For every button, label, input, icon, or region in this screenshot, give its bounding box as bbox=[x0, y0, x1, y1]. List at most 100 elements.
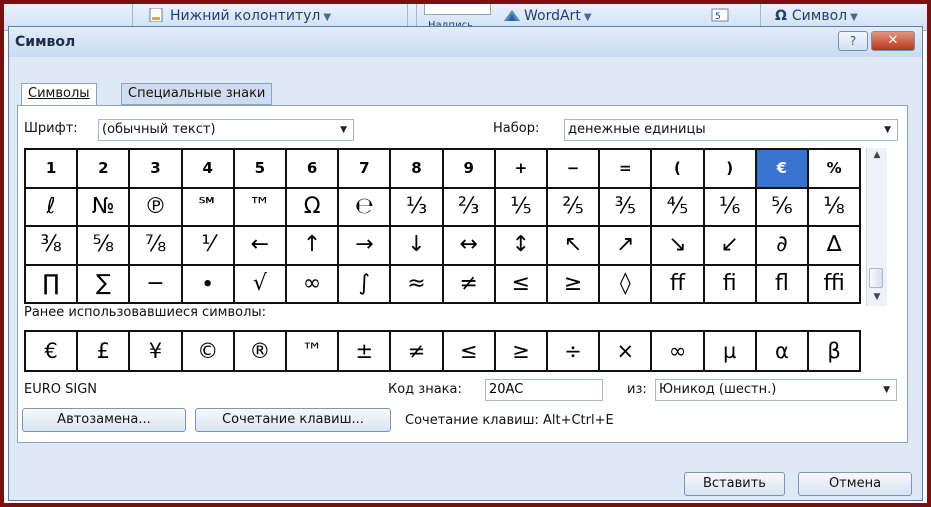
symbol-cell[interactable]: 5 bbox=[234, 150, 287, 189]
symbol-cell[interactable]: ∑ bbox=[78, 265, 131, 304]
symbol-cell[interactable]: 3 bbox=[130, 150, 183, 189]
shortcut-key-button[interactable]: Сочетание клавиш... bbox=[195, 408, 391, 432]
symbol-cell[interactable]: 9 bbox=[443, 150, 496, 189]
tab-special-characters[interactable]: Специальные знаки bbox=[121, 83, 273, 105]
subset-combobox[interactable]: денежные единицы ▼ bbox=[564, 119, 898, 141]
footer-button[interactable]: Нижний колонтитул ▼ bbox=[149, 7, 331, 24]
scroll-down-icon[interactable]: ▼ bbox=[867, 292, 887, 302]
symbol-cell[interactable]: ⅟ bbox=[182, 227, 235, 266]
symbol-cell[interactable]: 1 bbox=[26, 150, 79, 189]
symbol-cell[interactable]: 2 bbox=[78, 150, 131, 189]
symbol-cell[interactable]: ™ bbox=[234, 188, 287, 227]
recent-symbol-cell[interactable]: € bbox=[26, 332, 79, 372]
object-button[interactable]: 5 bbox=[711, 8, 732, 24]
symbol-cell[interactable]: 6 bbox=[287, 150, 340, 189]
recent-symbol-cell[interactable]: ≠ bbox=[391, 332, 444, 372]
symbol-cell[interactable]: ← bbox=[234, 227, 287, 266]
symbol-cell[interactable]: ≈ bbox=[391, 265, 444, 304]
cancel-button[interactable]: Отмена bbox=[798, 472, 912, 496]
recent-symbol-cell[interactable]: × bbox=[600, 332, 653, 372]
symbol-cell[interactable]: ⅖ bbox=[548, 188, 601, 227]
symbol-cell[interactable]: 4 bbox=[182, 150, 235, 189]
symbol-cell[interactable]: ↓ bbox=[391, 227, 444, 266]
recent-symbol-cell[interactable]: β bbox=[809, 332, 862, 372]
symbol-cell[interactable]: √ bbox=[234, 265, 287, 304]
symbol-cell[interactable]: ℗ bbox=[130, 188, 183, 227]
symbol-cell[interactable]: ff bbox=[652, 265, 705, 304]
symbol-cell[interactable]: ↗ bbox=[600, 227, 653, 266]
symbol-cell[interactable]: ≤ bbox=[495, 265, 548, 304]
symbol-cell[interactable]: ∏ bbox=[26, 265, 79, 304]
symbol-cell[interactable]: = bbox=[600, 150, 653, 189]
recent-symbol-cell[interactable]: ¥ bbox=[130, 332, 183, 372]
char-code-input[interactable]: 20AC bbox=[485, 379, 603, 401]
symbol-cell[interactable]: → bbox=[339, 227, 392, 266]
recent-symbol-cell[interactable]: £ bbox=[78, 332, 131, 372]
symbol-cell[interactable]: ⅗ bbox=[600, 188, 653, 227]
symbol-cell[interactable]: ≥ bbox=[548, 265, 601, 304]
symbol-cell[interactable]: + bbox=[495, 150, 548, 189]
recent-symbol-cell[interactable]: α bbox=[756, 332, 809, 372]
symbol-cell[interactable]: ⅙ bbox=[704, 188, 757, 227]
recent-symbol-cell[interactable]: © bbox=[182, 332, 235, 372]
symbol-cell[interactable]: ∫ bbox=[339, 265, 392, 304]
autocorrect-button[interactable]: Автозамена... bbox=[22, 408, 186, 432]
symbol-grid-scrollbar[interactable]: ▲ ▼ bbox=[866, 148, 887, 306]
symbol-cell[interactable]: ≠ bbox=[443, 265, 496, 304]
symbol-cell[interactable]: ( bbox=[652, 150, 705, 189]
recent-symbol-cell[interactable]: ≥ bbox=[495, 332, 548, 372]
symbol-cell[interactable]: ∆ bbox=[809, 227, 862, 266]
symbol-cell[interactable]: ↙ bbox=[704, 227, 757, 266]
symbol-cell[interactable]: ◊ bbox=[600, 265, 653, 304]
symbol-cell[interactable]: ↑ bbox=[287, 227, 340, 266]
symbol-cell[interactable]: − bbox=[548, 150, 601, 189]
symbol-cell[interactable]: ↔ bbox=[443, 227, 496, 266]
symbol-cell[interactable]: ↕ bbox=[495, 227, 548, 266]
symbol-cell[interactable]: ⅞ bbox=[130, 227, 183, 266]
symbol-cell[interactable]: ∂ bbox=[756, 227, 809, 266]
symbol-cell[interactable]: ℓ bbox=[26, 188, 79, 227]
tab-symbols[interactable]: Символы bbox=[21, 83, 97, 105]
symbol-cell[interactable]: ⅘ bbox=[652, 188, 705, 227]
symbol-cell[interactable]: Ω bbox=[287, 188, 340, 227]
symbol-cell[interactable]: ↘ bbox=[652, 227, 705, 266]
symbol-cell[interactable]: fi bbox=[704, 265, 757, 304]
scroll-up-icon[interactable]: ▲ bbox=[867, 150, 887, 160]
symbol-cell[interactable]: fl bbox=[756, 265, 809, 304]
help-button[interactable]: ? bbox=[838, 31, 868, 51]
symbol-cell[interactable]: − bbox=[130, 265, 183, 304]
symbol-ribbon-button[interactable]: Ω Символ ▼ bbox=[775, 8, 858, 24]
symbol-cell[interactable]: € bbox=[756, 150, 809, 189]
symbol-cell[interactable]: № bbox=[78, 188, 131, 227]
symbol-cell[interactable]: ⅕ bbox=[495, 188, 548, 227]
recent-symbol-cell[interactable]: ∞ bbox=[652, 332, 705, 372]
recent-symbol-cell[interactable]: ® bbox=[234, 332, 287, 372]
symbol-cell[interactable]: ∞ bbox=[287, 265, 340, 304]
symbol-cell[interactable]: ffi bbox=[809, 265, 862, 304]
symbol-cell[interactable]: ⅔ bbox=[443, 188, 496, 227]
symbol-cell[interactable]: ℮ bbox=[339, 188, 392, 227]
font-combobox[interactable]: (обычный текст) ▼ bbox=[98, 119, 354, 141]
symbol-cell[interactable]: ⅝ bbox=[78, 227, 131, 266]
symbol-cell[interactable]: % bbox=[809, 150, 862, 189]
symbol-cell[interactable]: ⅚ bbox=[756, 188, 809, 227]
symbol-cell[interactable]: ⅛ bbox=[809, 188, 862, 227]
from-combobox[interactable]: Юникод (шестн.) ▼ bbox=[655, 379, 897, 401]
wordart-button[interactable]: WordArt ▼ bbox=[503, 8, 592, 24]
insert-button[interactable]: Вставить bbox=[684, 472, 785, 496]
recent-symbol-cell[interactable]: ± bbox=[339, 332, 392, 372]
recent-symbol-cell[interactable]: ™ bbox=[287, 332, 340, 372]
symbol-cell[interactable]: ⅜ bbox=[26, 227, 79, 266]
recent-symbol-cell[interactable]: ÷ bbox=[548, 332, 601, 372]
close-button[interactable]: ✕ bbox=[871, 31, 915, 51]
symbol-cell[interactable]: ℠ bbox=[182, 188, 235, 227]
symbol-cell[interactable]: 7 bbox=[339, 150, 392, 189]
scrollbar-thumb[interactable] bbox=[869, 268, 883, 288]
symbol-cell[interactable]: 8 bbox=[391, 150, 444, 189]
symbol-cell[interactable]: ) bbox=[704, 150, 757, 189]
textbox-gallery[interactable] bbox=[424, 4, 491, 15]
recent-symbol-cell[interactable]: ≤ bbox=[443, 332, 496, 372]
symbol-cell[interactable]: ∙ bbox=[182, 265, 235, 304]
symbol-cell[interactable]: ⅓ bbox=[391, 188, 444, 227]
recent-symbol-cell[interactable]: µ bbox=[704, 332, 757, 372]
